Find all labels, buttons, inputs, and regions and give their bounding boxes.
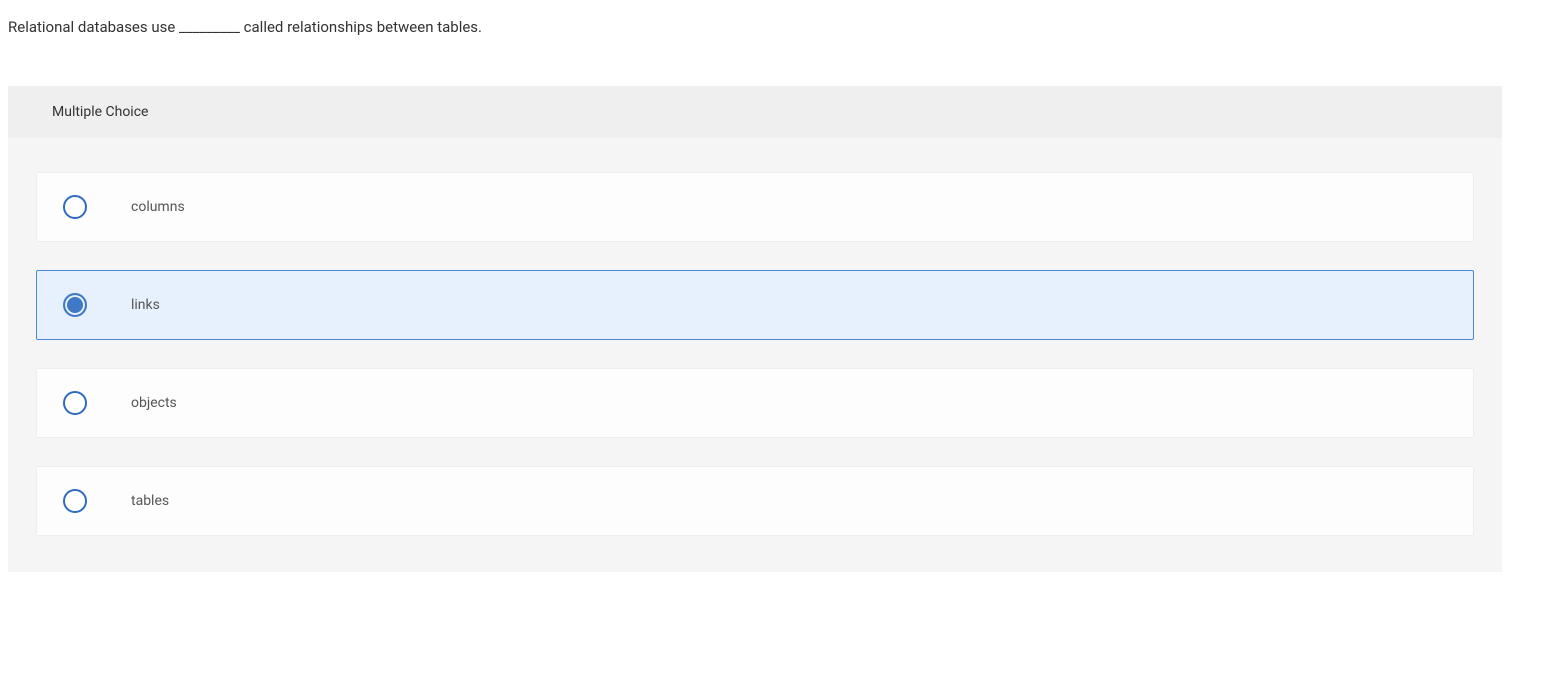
option-columns[interactable]: columns	[36, 172, 1474, 242]
option-label: tables	[131, 493, 169, 509]
options-list: columns links objects tables	[8, 138, 1502, 536]
radio-icon	[63, 293, 87, 317]
radio-icon	[63, 195, 87, 219]
question-page: Relational databases use _________ calle…	[0, 0, 1546, 612]
multiple-choice-card: Multiple Choice columns links objects ta…	[8, 86, 1502, 572]
radio-icon	[63, 489, 87, 513]
option-label: columns	[131, 199, 185, 215]
option-links[interactable]: links	[36, 270, 1474, 340]
question-text: Relational databases use _________ calle…	[8, 18, 1538, 86]
option-tables[interactable]: tables	[36, 466, 1474, 536]
option-label: objects	[131, 395, 177, 411]
option-objects[interactable]: objects	[36, 368, 1474, 438]
radio-icon	[63, 391, 87, 415]
option-label: links	[131, 297, 160, 313]
section-label: Multiple Choice	[8, 86, 1502, 138]
